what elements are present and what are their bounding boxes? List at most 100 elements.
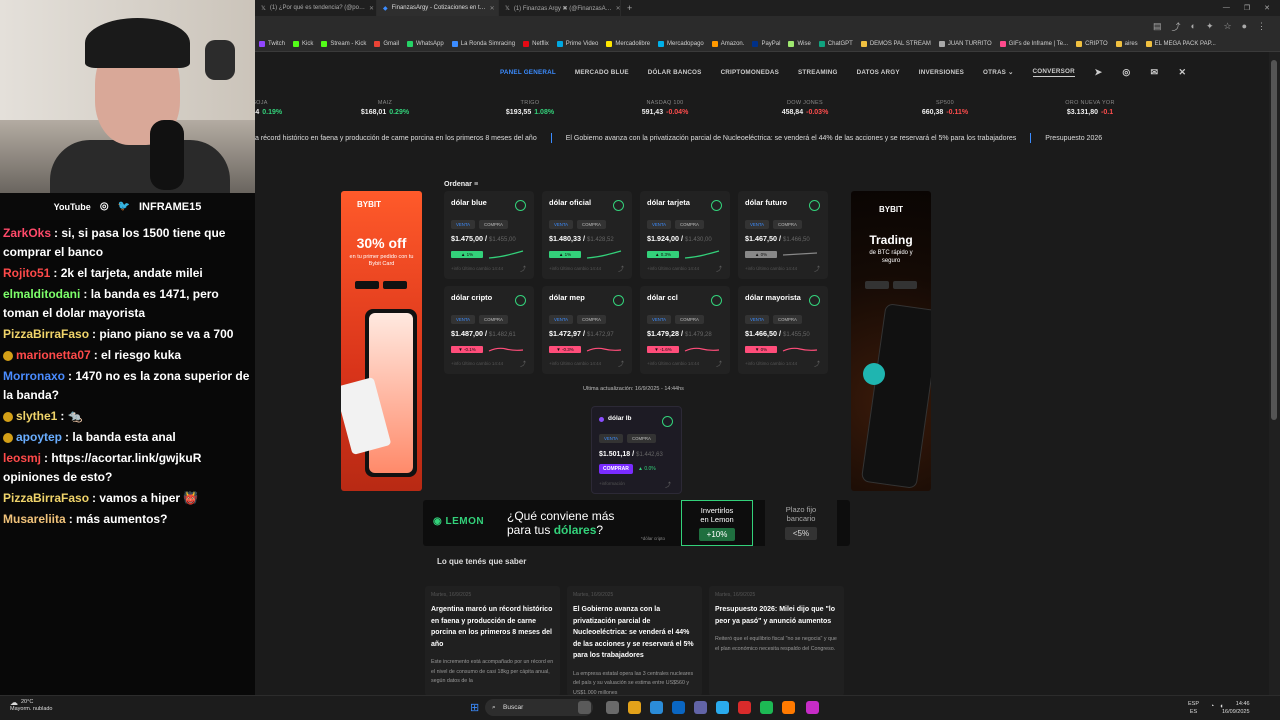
chat-username[interactable]: Rojito51 — [3, 266, 50, 280]
card-footer[interactable]: +info Último cambio 14:44 — [549, 266, 601, 271]
app-store-badge[interactable] — [383, 281, 407, 289]
share-icon[interactable]: ⤴ — [520, 264, 526, 273]
bookmark-item[interactable]: La Ronda Simracing — [451, 40, 515, 47]
google-play-badge[interactable] — [355, 281, 379, 289]
compra-pill[interactable]: COMPRA — [675, 315, 704, 324]
menu-icon[interactable]: ⋮ — [1257, 21, 1266, 32]
dollar-card-lb[interactable]: dólar lb VENTA COMPRA $1.501,18 / $1.442,… — [591, 406, 682, 494]
language-indicator[interactable]: ESP ES — [1188, 700, 1199, 716]
taskbar-clock[interactable]: 14:46 16/09/2025 — [1222, 700, 1250, 716]
reader-icon[interactable]: ▤ — [1153, 21, 1162, 32]
dollar-card[interactable]: dólar mep VENTA COMPRA $1.472,97 / $1.472,9… — [542, 286, 632, 374]
google-play-badge[interactable] — [865, 281, 889, 289]
chat-username[interactable]: PizzaBirraFaso — [3, 491, 89, 505]
lemon-ad-banner[interactable]: ◉ LEMON ¿Qué conviene más para tus dólare… — [423, 500, 850, 546]
bookmark-item[interactable]: Netflix — [523, 40, 549, 47]
bookmark-star-icon[interactable]: ☆ — [1223, 21, 1231, 32]
browser-tab-active[interactable]: ◆ FinanzasArgy - Cotizaciones en t… ✕ — [377, 0, 499, 16]
news-headline[interactable]: Presupuesto 2026: Milei dijo que "lo peo… — [715, 604, 838, 627]
share-icon[interactable]: ⤴ — [520, 359, 526, 368]
bookmark-item[interactable]: Mercadolibre — [606, 40, 650, 47]
app-icon[interactable] — [806, 701, 819, 714]
news-card[interactable]: Martes, 16/9/2025 El Gobierno avanza con … — [567, 586, 702, 696]
chat-username[interactable]: leosmj — [3, 451, 41, 465]
bookmark-item[interactable]: aires — [1115, 40, 1138, 47]
bookmark-item[interactable]: Twitch — [259, 40, 285, 47]
scrollbar-thumb[interactable] — [1271, 60, 1277, 420]
bybit-trading-ad[interactable]: BYBIT Trading de BTC rápido y seguro — [851, 191, 931, 491]
market-quote[interactable]: MAIZ $168,01 0.29% — [340, 100, 430, 116]
compra-pill[interactable]: COMPRA — [627, 434, 656, 443]
browser-tab[interactable]: 𝕏 (1) ¿Por qué es tendencia? (@po… ✕ — [255, 0, 377, 16]
dollar-card[interactable]: dólar ccl VENTA COMPRA $1.479,28 / $1.479,2… — [640, 286, 730, 374]
market-quote[interactable]: SP500 660,38 -0.11% — [900, 100, 990, 116]
chat-username[interactable]: ZarkOks — [3, 226, 51, 240]
share-icon[interactable]: ⤴ — [1171, 20, 1180, 33]
bookmark-item[interactable]: Gmail — [374, 40, 399, 47]
card-footer[interactable]: +info Último cambio 14:44 — [549, 361, 601, 366]
bybit-card-ad[interactable]: BYBIT 30% off en tu primer pedido con tu… — [341, 191, 422, 491]
bookmark-item[interactable]: ChatGPT — [818, 40, 853, 47]
sort-button[interactable]: Ordenar ≡ — [444, 179, 478, 188]
comprar-button[interactable]: COMPRAR — [599, 464, 633, 474]
nav-criptomonedas[interactable]: CRIPTOMONEDAS — [721, 69, 779, 76]
browser-tab[interactable]: 𝕏 (1) Finanzas Argy ✖ (@FinanzasA… ✕ — [499, 0, 621, 16]
market-quote[interactable]: DOW JONES 458,84 -0.03% — [760, 100, 850, 116]
nav-dolar-bancos[interactable]: DÓLAR BANCOS — [648, 69, 702, 76]
bookmark-item[interactable]: CRIPTO — [1076, 40, 1108, 47]
market-quote[interactable]: NASDAQ 100 591,43 -0.04% — [620, 100, 710, 116]
bookmark-item[interactable]: PayPal — [752, 40, 780, 47]
news-headline[interactable]: El Gobierno avanza con la privatización … — [573, 604, 696, 662]
close-tab-icon[interactable]: ✕ — [490, 5, 495, 12]
spotify-icon[interactable] — [760, 701, 773, 714]
task-view-icon[interactable] — [606, 701, 619, 714]
market-quote[interactable]: ORO NUEVA YOR $3.131,80 -0.1 — [1045, 100, 1135, 116]
venta-pill[interactable]: VENTA — [549, 220, 574, 229]
venta-pill[interactable]: VENTA — [647, 315, 672, 324]
share-icon[interactable]: ⤴ — [618, 359, 624, 368]
nav-otras-dropdown[interactable]: OTRAS ⌄ — [983, 69, 1013, 76]
nav-panel-general[interactable]: PANEL GENERAL — [500, 69, 556, 76]
bookmark-item[interactable]: GIFs de Inframe | Te... — [999, 40, 1068, 47]
maximize-icon[interactable]: ❐ — [1244, 4, 1250, 12]
chat-username[interactable]: apoytep — [16, 430, 62, 444]
nav-streaming[interactable]: STREAMING — [798, 69, 838, 76]
nav-conversor[interactable]: CONVERSOR — [1032, 68, 1075, 77]
bookmark-item[interactable]: Prime Video — [556, 40, 598, 47]
extensions-icon[interactable]: ◐ — [1191, 21, 1196, 31]
share-icon[interactable]: ⤴ — [716, 359, 722, 368]
browser-icon[interactable] — [782, 701, 795, 714]
market-quote[interactable]: TRIGO $193,55 1.08% — [485, 100, 575, 116]
store-icon[interactable] — [672, 701, 685, 714]
file-explorer-icon[interactable] — [628, 701, 641, 714]
compra-pill[interactable]: COMPRA — [675, 220, 704, 229]
card-footer[interactable]: +info Último cambio 14:44 — [451, 361, 503, 366]
dollar-card[interactable]: dólar blue VENTA COMPRA $1.475,00 / $1.455,… — [444, 191, 534, 279]
bookmark-item[interactable]: Mercadopago — [658, 40, 704, 47]
bookmark-item[interactable]: Kick — [293, 40, 313, 47]
compra-pill[interactable]: COMPRA — [479, 315, 508, 324]
chat-username[interactable]: Morronaxo — [3, 369, 65, 383]
venta-pill[interactable]: VENTA — [549, 315, 574, 324]
gmail-icon[interactable]: ✉ — [1150, 68, 1159, 77]
windows-start-icon[interactable]: ⊞ — [470, 701, 479, 714]
close-tab-icon[interactable]: ✕ — [369, 5, 374, 12]
telegram-icon[interactable]: ➤ — [1094, 68, 1103, 77]
telegram-icon[interactable] — [716, 701, 729, 714]
share-icon[interactable]: ⤴ — [618, 264, 624, 273]
news-card[interactable]: Martes, 16/9/2025 Argentina marcó un réco… — [425, 586, 560, 696]
wifi-icon[interactable]: ◔ — [1210, 703, 1214, 710]
compra-pill[interactable]: COMPRA — [479, 220, 508, 229]
x-icon[interactable]: ✕ — [1178, 68, 1187, 77]
venta-pill[interactable]: VENTA — [451, 220, 476, 229]
compra-pill[interactable]: COMPRA — [577, 220, 606, 229]
ticker-item[interactable]: Presupuesto 2026 — [1045, 135, 1102, 142]
ticker-item[interactable]: El Gobierno avanza con la privatización … — [566, 135, 1017, 142]
news-card[interactable]: Martes, 16/9/2025 Presupuesto 2026: Milei… — [709, 586, 844, 696]
dollar-card[interactable]: dólar oficial VENTA COMPRA $1.480,33 / $1.4… — [542, 191, 632, 279]
ticker-item[interactable]: a récord histórico en faena y producción… — [255, 135, 537, 142]
new-tab-button[interactable]: + — [621, 3, 638, 13]
venta-pill[interactable]: VENTA — [745, 315, 770, 324]
card-footer[interactable]: +info Último cambio 14:44 — [745, 361, 797, 366]
share-icon[interactable]: ⤴ — [716, 264, 722, 273]
